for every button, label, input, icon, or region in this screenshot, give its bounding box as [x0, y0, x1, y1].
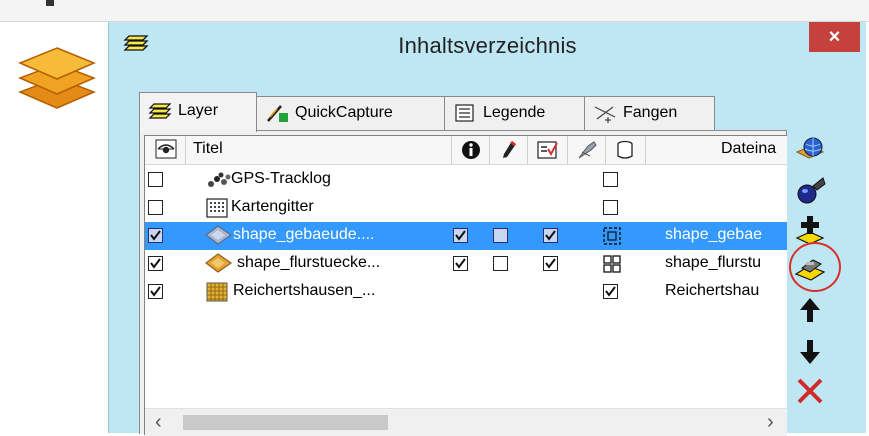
gps-track-icon: [207, 172, 231, 193]
tab-legende[interactable]: Legende: [444, 96, 585, 130]
column-info[interactable]: [451, 136, 490, 164]
selection-icon: [537, 140, 559, 165]
eye-icon: [155, 139, 177, 164]
layer-row-shape-flurstuecke[interactable]: shape_flurstuecke... shape_flurstu: [145, 250, 787, 278]
info-checkbox[interactable]: [453, 228, 468, 243]
cylinder-icon: [615, 140, 635, 165]
layer-file: shape_flurstu: [665, 254, 762, 271]
snap-mode-icon: [602, 226, 622, 251]
move-layer-up-button[interactable]: [791, 294, 829, 328]
column-visible[interactable]: [145, 136, 186, 164]
selectable-checkbox[interactable]: [543, 256, 558, 271]
horizontal-scrollbar[interactable]: ‹ ›: [145, 408, 787, 436]
selectable-checkbox[interactable]: [543, 228, 558, 243]
snap-icon: [576, 140, 598, 165]
visible-checkbox[interactable]: [148, 228, 163, 243]
info-icon: [461, 140, 481, 165]
pencil-capture-icon: [265, 103, 289, 123]
window-title: Inhaltsverzeichnis: [398, 33, 577, 58]
snap-icon: [593, 103, 617, 123]
layer-list[interactable]: Titel Dateina GPS-Tracklog Kartengitter …: [144, 135, 787, 436]
move-up-icon: [800, 298, 820, 322]
layer-row-kartengitter[interactable]: Kartengitter: [145, 194, 787, 222]
highlight-circle: [789, 242, 841, 292]
layer-title: shape_gebaeude....: [233, 226, 375, 243]
raster-layer-icon: [206, 282, 228, 307]
column-file-icon[interactable]: [605, 136, 646, 164]
edit-checkbox[interactable]: [493, 256, 508, 271]
snap-mode-icon: [602, 254, 622, 279]
layer-title: shape_flurstuecke...: [237, 254, 381, 271]
layer-title: Kartengitter: [231, 198, 314, 215]
tab-quickcapture-label: QuickCapture: [295, 104, 393, 121]
polygon-layer-icon: [205, 253, 233, 280]
tab-layer-label: Layer: [178, 102, 219, 119]
top-strip: [0, 0, 869, 22]
visible-checkbox[interactable]: [148, 200, 163, 215]
top-strip-mark: [46, 0, 54, 6]
add-web-layer-icon: [795, 137, 825, 159]
info-checkbox[interactable]: [453, 256, 468, 271]
column-file[interactable]: Dateina: [645, 136, 787, 164]
pencil-icon: [500, 140, 518, 165]
tab-fangen[interactable]: Fangen: [584, 96, 715, 130]
layer-row-reichertshausen[interactable]: Reichertshausen_... Reichertshau: [145, 278, 787, 306]
column-snap[interactable]: [567, 136, 606, 164]
layer-title: Reichertshausen_...: [233, 282, 376, 299]
move-layer-down-button[interactable]: [791, 334, 829, 368]
tab-quickcapture[interactable]: QuickCapture: [256, 96, 445, 130]
scroll-left-arrow-icon[interactable]: ‹: [155, 412, 162, 432]
layer-panel: Titel Dateina GPS-Tracklog Kartengitter …: [139, 130, 787, 436]
column-title[interactable]: Titel: [185, 136, 452, 164]
tab-layer[interactable]: Layer: [139, 92, 257, 132]
layer-title: GPS-Tracklog: [231, 170, 331, 187]
visible-checkbox[interactable]: [148, 256, 163, 271]
tab-fangen-label: Fangen: [623, 104, 678, 121]
column-title-label: Titel: [193, 140, 223, 157]
table-of-contents-app-icon[interactable]: [14, 26, 100, 116]
layers-icon: [148, 101, 172, 121]
grid-icon: [206, 198, 228, 223]
layer-file: Reichertshau: [665, 282, 760, 299]
column-selectable[interactable]: [527, 136, 568, 164]
remove-layer-button[interactable]: [791, 374, 829, 408]
add-gps-layer-icon: [797, 177, 826, 204]
layer-file: shape_gebae: [665, 226, 762, 243]
scroll-right-arrow-icon[interactable]: ›: [767, 412, 774, 432]
tab-legende-label: Legende: [483, 104, 546, 121]
column-file-label: Dateina: [721, 140, 777, 157]
layer-row-shape-gebaeude[interactable]: shape_gebaeude.... shape_gebae: [145, 222, 787, 250]
move-down-icon: [800, 340, 820, 364]
snap-checkbox[interactable]: [603, 172, 618, 187]
visible-checkbox[interactable]: [148, 172, 163, 187]
visible-checkbox[interactable]: [148, 284, 163, 299]
layer-row-gps-tracklog[interactable]: GPS-Tracklog: [145, 166, 787, 194]
close-button[interactable]: ×: [809, 22, 860, 52]
column-edit[interactable]: [489, 136, 528, 164]
legend-icon: [453, 103, 477, 123]
add-gps-layer-button[interactable]: [791, 174, 829, 208]
toc-window: Inhaltsverzeichnis × Layer QuickCapture …: [108, 22, 866, 436]
edit-checkbox[interactable]: [493, 228, 508, 243]
layer-list-header: Titel Dateina: [145, 136, 787, 165]
title-bar[interactable]: Inhaltsverzeichnis ×: [109, 22, 866, 70]
remove-layer-icon: [797, 378, 823, 404]
scrollbar-thumb[interactable]: [183, 415, 388, 430]
polygon-layer-icon: [205, 225, 233, 252]
add-web-layer-button[interactable]: [791, 134, 829, 168]
snap-checkbox[interactable]: [603, 200, 618, 215]
snap-checkbox[interactable]: [603, 284, 618, 299]
